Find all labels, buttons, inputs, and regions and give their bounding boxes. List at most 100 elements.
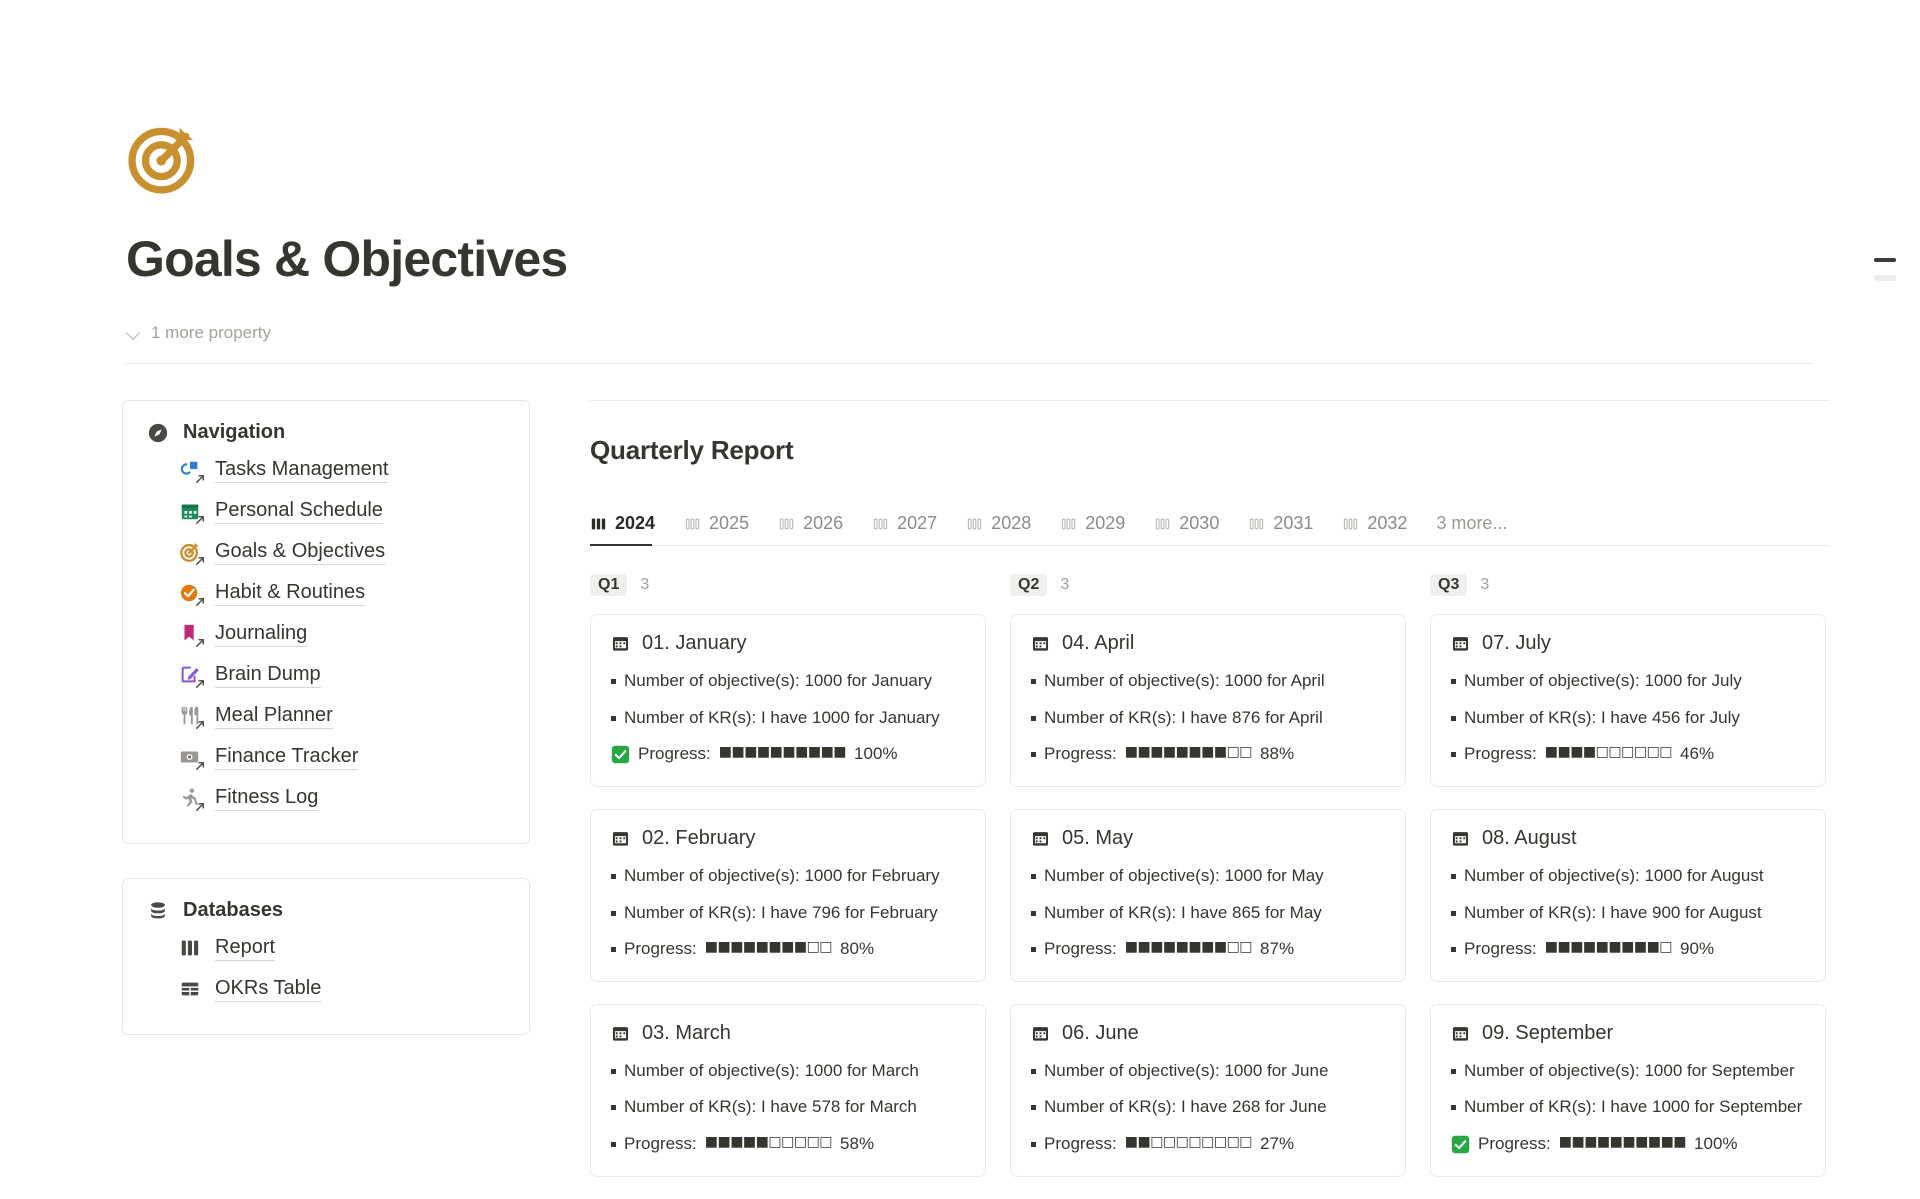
progress-percent: 90%: [1680, 939, 1715, 959]
sidebar-item-tasks-management[interactable]: Tasks Management: [179, 450, 505, 491]
calendar-icon: [612, 637, 629, 651]
sidebar-item-meal-planner[interactable]: Meal Planner: [179, 696, 505, 737]
krs-line: Number of KR(s): I have 876 for April: [1031, 706, 1385, 731]
more-properties-toggle[interactable]: 1 more property: [126, 319, 1920, 347]
sidebar-item-label: Meal Planner: [215, 704, 333, 729]
month-card-title: 02. February: [642, 826, 756, 849]
tab-2025[interactable]: 2025: [684, 513, 762, 545]
scrollbar[interactable]: [1874, 258, 1896, 281]
quarter-header: Q2 3: [1010, 572, 1406, 598]
objectives-line: Number of objective(s): 1000 for March: [611, 1059, 965, 1084]
progress-line: Progress: ■■□□□□□□□□ 27%: [1031, 1132, 1385, 1157]
pencil-square-icon: [179, 664, 205, 688]
tab-2030[interactable]: 2030: [1154, 513, 1232, 545]
progress-percent: 100%: [854, 744, 898, 764]
month-card[interactable]: 04. April Number of objective(s): 1000 f…: [1010, 614, 1406, 787]
tab-label: 2032: [1367, 513, 1408, 533]
calendar-icon: [612, 1027, 629, 1041]
bullet-icon: [611, 947, 616, 953]
calendar-icon: [1452, 637, 1469, 651]
progress-bar: ■■□□□□□□□□: [1124, 1134, 1253, 1151]
tasks-icon: [179, 459, 205, 483]
scrollbar-track[interactable]: [1874, 275, 1896, 281]
tab-2026[interactable]: 2026: [778, 513, 856, 545]
sidebar-item-okrs-table[interactable]: OKRs Table: [179, 969, 505, 1010]
board-icon: [1344, 518, 1358, 529]
month-card-title-row: 07. July: [1451, 632, 1805, 655]
month-card-title: 05. May: [1062, 826, 1134, 849]
databases-card: Databases Report OKRs Table: [122, 878, 530, 1035]
krs-line: Number of KR(s): I have 268 for June: [1031, 1095, 1385, 1120]
bullet-icon: [1451, 910, 1456, 916]
month-card-title: 09. September: [1482, 1021, 1614, 1044]
sidebar: Navigation Tasks Management Personal Sch…: [122, 400, 530, 1035]
bullet-icon: [1031, 910, 1036, 916]
tab-label: 2028: [991, 513, 1032, 533]
month-card-title-row: 02. February: [611, 827, 965, 850]
tab-label: 2029: [1085, 513, 1126, 533]
scrollbar-thumb[interactable]: [1874, 258, 1896, 262]
tab-2031[interactable]: 2031: [1248, 513, 1326, 545]
tab-2029[interactable]: 2029: [1060, 513, 1138, 545]
tab-2027[interactable]: 2027: [872, 513, 950, 545]
sidebar-item-brain-dump[interactable]: Brain Dump: [179, 655, 505, 696]
quarterly-report-section: Quarterly Report 2024 2025 2026 2027 202…: [590, 400, 1920, 1199]
tab-2028[interactable]: 2028: [966, 513, 1044, 545]
progress-bar: ■■■■■□□□□□: [704, 1134, 833, 1151]
month-card[interactable]: 07. July Number of objective(s): 1000 fo…: [1430, 614, 1826, 787]
tab-2024[interactable]: 2024: [590, 513, 668, 546]
month-card[interactable]: 08. August Number of objective(s): 1000 …: [1430, 808, 1826, 982]
progress-line: Progress: ■■■■■■■■■■ 100%: [1451, 1132, 1805, 1157]
sidebar-item-label: Brain Dump: [215, 663, 321, 688]
check-mark-button-icon: [1451, 1135, 1470, 1154]
target-dart-icon: [126, 118, 204, 196]
quarter-count: 3: [1060, 576, 1070, 593]
sidebar-item-report[interactable]: Report: [179, 928, 505, 969]
objectives-line: Number of objective(s): 1000 for August: [1451, 864, 1805, 889]
quarter-column-q2: Q2 3 04. April Number of objective(s): 1…: [1010, 572, 1406, 1199]
check-circle-icon: [179, 582, 205, 606]
krs-line: Number of KR(s): I have 900 for August: [1451, 901, 1805, 926]
bullet-icon: [1031, 715, 1036, 721]
calendar-icon: [1452, 1027, 1469, 1041]
month-card-title-row: 05. May: [1031, 827, 1385, 850]
quarter-column-q1: Q1 3 01. January Number of objective(s):…: [590, 572, 986, 1199]
month-card-title-row: 08. August: [1451, 827, 1805, 850]
month-card[interactable]: 06. June Number of objective(s): 1000 fo…: [1010, 1003, 1406, 1177]
krs-text: Number of KR(s): I have 865 for May: [1044, 902, 1322, 922]
progress-percent: 100%: [1694, 1134, 1738, 1154]
report-title: Quarterly Report: [590, 435, 794, 465]
sidebar-item-finance-tracker[interactable]: Finance Tracker: [179, 737, 505, 778]
board-icon: [779, 518, 794, 529]
month-card[interactable]: 05. May Number of objective(s): 1000 for…: [1010, 808, 1406, 982]
calendar-icon: [1032, 637, 1049, 651]
month-card[interactable]: 09. September Number of objective(s): 10…: [1430, 1003, 1826, 1177]
sidebar-item-journaling[interactable]: Journaling: [179, 614, 505, 655]
month-card[interactable]: 01. January Number of objective(s): 1000…: [590, 614, 986, 787]
month-card-title-row: 01. January: [611, 632, 965, 655]
bullet-icon: [1451, 715, 1456, 721]
month-card[interactable]: 02. February Number of objective(s): 100…: [590, 808, 986, 982]
progress-line: Progress: ■■■■■■■■■■ 100%: [611, 742, 965, 767]
board-icon: [1062, 518, 1076, 529]
sidebar-item-label: Finance Tracker: [215, 745, 359, 770]
month-card[interactable]: 03. March Number of objective(s): 1000 f…: [590, 1003, 986, 1177]
quarter-chip: Q1: [590, 574, 628, 596]
bullet-icon: [1451, 1068, 1456, 1074]
sidebar-item-personal-schedule[interactable]: Personal Schedule: [179, 491, 505, 532]
month-card-title: 04. April: [1062, 632, 1135, 654]
sidebar-item-goals-objectives[interactable]: Goals & Objectives: [179, 532, 505, 573]
tab-2032[interactable]: 2032: [1342, 513, 1420, 545]
objectives-line: Number of objective(s): 1000 for January: [611, 669, 965, 694]
more-tabs-button[interactable]: 3 more...: [1436, 513, 1507, 545]
progress-line: Progress: ■■■■□□□□□□ 46%: [1451, 742, 1805, 767]
sidebar-item-label: Habit & Routines: [215, 581, 366, 606]
bullet-icon: [1031, 679, 1036, 684]
bullet-icon: [611, 873, 616, 879]
sidebar-item-habit-routines[interactable]: Habit & Routines: [179, 573, 505, 614]
objectives-text: Number of objective(s): 1000 for May: [1044, 865, 1324, 885]
objectives-text: Number of objective(s): 1000 for April: [1044, 671, 1325, 690]
progress-bar: ■■■■□□□□□□: [1544, 744, 1673, 761]
sidebar-item-fitness-log[interactable]: Fitness Log: [179, 778, 505, 819]
progress-label: Progress:: [1044, 939, 1117, 959]
